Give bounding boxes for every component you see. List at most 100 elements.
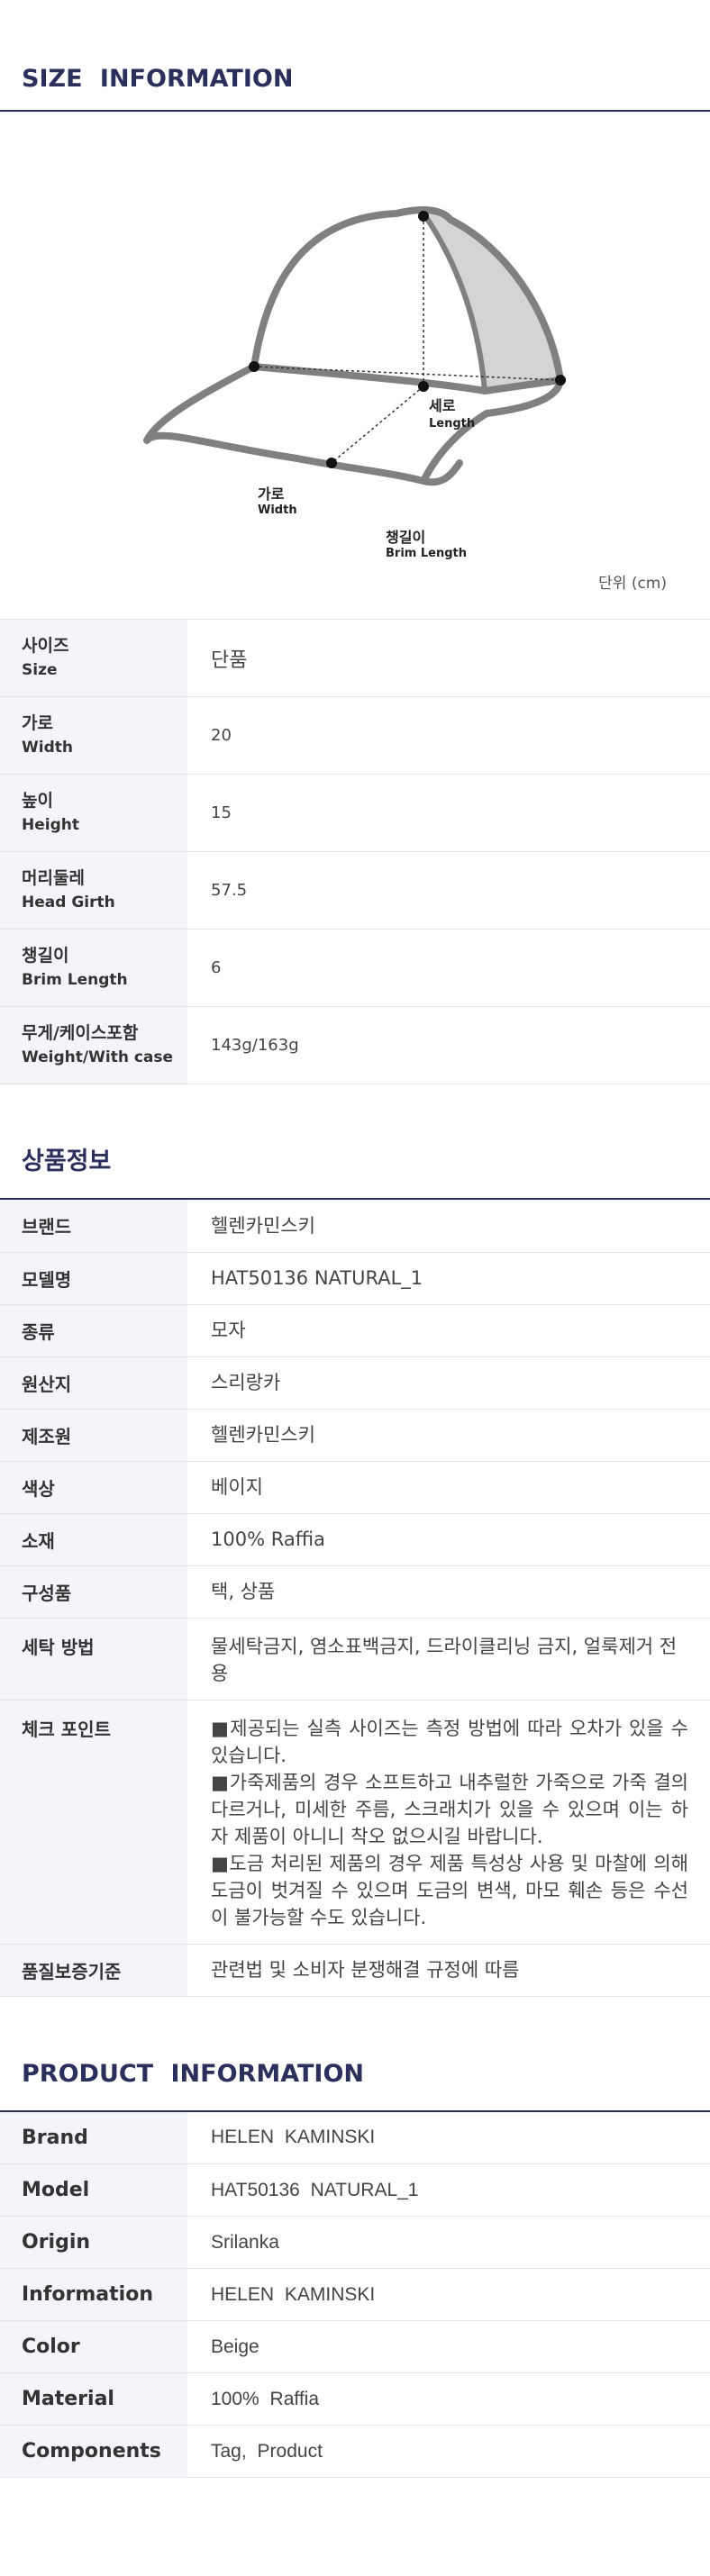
washing-value: 물세탁금지, 염소표백금지, 드라이클리닝 금지, 얼룩제거 전용 bbox=[187, 1618, 710, 1701]
check-point-note-2: ■가죽제품의 경우 소프트하고 내추럴한 가죽으로 가죽 결의 다르거나, 미세… bbox=[211, 1771, 688, 1847]
brim-length-label-ko: 챙길이 bbox=[22, 945, 69, 966]
product-row-color: Color Beige bbox=[0, 2320, 710, 2373]
weight-label-ko: 무게/케이스포함 bbox=[22, 1022, 139, 1043]
size-row-size: 사이즈 Size 단품 bbox=[0, 619, 710, 697]
product-row-brand: Brand HELEN KAMINSKI bbox=[0, 2111, 710, 2164]
size-label-en: Size bbox=[22, 660, 58, 679]
product-information-label: Information bbox=[0, 2268, 187, 2321]
brim-length-label-en: Brim Length bbox=[22, 970, 128, 989]
size-information-title: SIZE INFORMATION bbox=[0, 0, 710, 112]
product-material-value: 100% Raffia bbox=[187, 2372, 710, 2426]
goods-row-quality-guarantee: 품질보증기준 관련법 및 소비자 분쟁해결 규정에 따름 bbox=[0, 1944, 710, 1997]
product-brand-value: HELEN KAMINSKI bbox=[187, 2111, 710, 2164]
height-label-en: Length bbox=[429, 417, 475, 431]
measure-point-brim bbox=[326, 458, 337, 468]
size-information-section: SIZE INFORMATION 세로 Length 가로 Width 챙길이 … bbox=[0, 0, 710, 1084]
check-points-value: ■제공되는 실측 사이즈는 측정 방법에 따라 오차가 있을 수 있습니다. ■… bbox=[187, 1700, 710, 1945]
goods-row-type: 종류 모자 bbox=[0, 1304, 710, 1357]
product-row-model: Model HAT50136 NATURAL_1 bbox=[0, 2163, 710, 2217]
product-brand-label: Brand bbox=[0, 2111, 187, 2164]
measure-point-right bbox=[555, 375, 566, 385]
quality-guarantee-label: 품질보증기준 bbox=[0, 1944, 187, 1997]
size-table: 사이즈 Size 단품 가로 Width 20 높이 Height 15 머리둘레 He… bbox=[0, 619, 710, 1084]
size-row-brim-length: 챙길이 Brim Length 6 bbox=[0, 929, 710, 1007]
check-point-note-1: ■제공되는 실측 사이즈는 측정 방법에 따라 오차가 있을 수 있습니다. bbox=[211, 1717, 688, 1766]
product-origin-value: Srilanka bbox=[187, 2216, 710, 2269]
product-components-label: Components bbox=[0, 2425, 187, 2478]
weight-label-en: Weight/With case bbox=[22, 1048, 174, 1066]
goods-row-check-points: 체크 포인트 ■제공되는 실측 사이즈는 측정 방법에 따라 오차가 있을 수 … bbox=[0, 1700, 710, 1945]
weight-value: 143g/163g bbox=[187, 1006, 710, 1084]
head-girth-label-ko: 머리둘레 bbox=[22, 867, 85, 888]
cap-size-diagram: 세로 Length 가로 Width 챙길이 Brim Length 단위 (c… bbox=[0, 112, 710, 619]
size-row-head-girth: 머리둘레 Head Girth 57.5 bbox=[0, 851, 710, 930]
size-row-weight: 무게/케이스포함 Weight/With case 143g/163g bbox=[0, 1006, 710, 1084]
washing-label: 세탁 방법 bbox=[0, 1618, 187, 1701]
product-info-table: Brand HELEN KAMINSKI Model HAT50136 NATU… bbox=[0, 2111, 710, 2478]
brim-label-ko: 챙길이 bbox=[386, 529, 425, 546]
width-value: 20 bbox=[187, 696, 710, 775]
brand-value: 헬렌카민스키 bbox=[187, 1200, 710, 1253]
goods-information-title: 상품정보 bbox=[0, 1084, 710, 1200]
cap-band-outline bbox=[253, 363, 564, 483]
cap-back-panel bbox=[423, 213, 560, 391]
check-point-note-3: ■도금 처리된 제품의 경우 제품 특성상 사용 및 마찰에 의해 도금이 벗겨… bbox=[211, 1852, 688, 1928]
goods-row-model: 모델명 HAT50136 NATURAL_1 bbox=[0, 1252, 710, 1305]
size-value: 단품 bbox=[187, 619, 710, 697]
product-components-value: Tag, Product bbox=[187, 2425, 710, 2478]
goods-row-washing: 세탁 방법 물세탁금지, 염소표백금지, 드라이클리닝 금지, 얼룩제거 전용 bbox=[0, 1618, 710, 1701]
model-label: 모델명 bbox=[0, 1252, 187, 1305]
color-label: 색상 bbox=[0, 1461, 187, 1514]
type-label: 종류 bbox=[0, 1304, 187, 1357]
width-label-ko: 가로 bbox=[22, 712, 53, 733]
unit-note: 단위 (cm) bbox=[598, 575, 667, 593]
head-girth-label-en: Head Girth bbox=[22, 893, 115, 912]
height-label-ko: 세로 bbox=[429, 397, 456, 414]
quality-guarantee-value: 관련법 및 소비자 분쟁해결 규정에 따름 bbox=[187, 1944, 710, 1997]
product-row-origin: Origin Srilanka bbox=[0, 2216, 710, 2269]
size-row-height: 높이 Height 15 bbox=[0, 774, 710, 852]
components-value: 택, 상품 bbox=[187, 1565, 710, 1619]
origin-label: 원산지 bbox=[0, 1356, 187, 1410]
product-information-value: HELEN KAMINSKI bbox=[187, 2268, 710, 2321]
product-information-section: PRODUCT INFORMATION Brand HELEN KAMINSKI… bbox=[0, 1997, 710, 2478]
product-information-title: PRODUCT INFORMATION bbox=[0, 1997, 710, 2112]
color-value: 베이지 bbox=[187, 1461, 710, 1514]
height-label-en: Height bbox=[22, 815, 79, 834]
goods-row-color: 색상 베이지 bbox=[0, 1461, 710, 1514]
brim-length-value: 6 bbox=[187, 929, 710, 1007]
goods-row-components: 구성품 택, 상품 bbox=[0, 1565, 710, 1619]
product-color-value: Beige bbox=[187, 2320, 710, 2373]
goods-info-table: 브랜드 헬렌카민스키 모델명 HAT50136 NATURAL_1 종류 모자 … bbox=[0, 1200, 710, 1997]
model-value: HAT50136 NATURAL_1 bbox=[187, 1252, 710, 1305]
product-model-value: HAT50136 NATURAL_1 bbox=[187, 2163, 710, 2217]
manufacturer-label: 제조원 bbox=[0, 1409, 187, 1462]
brim-label-en: Brim Length bbox=[386, 547, 467, 560]
height-value: 15 bbox=[187, 774, 710, 852]
product-row-material: Material 100% Raffia bbox=[0, 2372, 710, 2426]
product-color-label: Color bbox=[0, 2320, 187, 2373]
measure-point-center bbox=[418, 381, 429, 392]
brand-label: 브랜드 bbox=[0, 1200, 187, 1253]
goods-row-material: 소재 100% Raffia bbox=[0, 1513, 710, 1566]
product-model-label: Model bbox=[0, 2163, 187, 2217]
material-value: 100% Raffia bbox=[187, 1513, 710, 1566]
check-points-label: 체크 포인트 bbox=[0, 1700, 187, 1945]
brim-guide-line bbox=[331, 385, 424, 464]
product-material-label: Material bbox=[0, 2372, 187, 2426]
goods-row-origin: 원산지 스리랑카 bbox=[0, 1356, 710, 1410]
product-origin-label: Origin bbox=[0, 2216, 187, 2269]
size-label-ko: 사이즈 bbox=[22, 635, 69, 656]
product-row-components: Components Tag, Product bbox=[0, 2425, 710, 2478]
product-row-information: Information HELEN KAMINSKI bbox=[0, 2268, 710, 2321]
measure-point-left bbox=[249, 361, 259, 372]
head-girth-value: 57.5 bbox=[187, 851, 710, 930]
height-label-ko: 높이 bbox=[22, 790, 53, 811]
components-label: 구성품 bbox=[0, 1565, 187, 1619]
material-label: 소재 bbox=[0, 1513, 187, 1566]
cap-illustration: 세로 Length 가로 Width 챙길이 Brim Length bbox=[143, 206, 566, 560]
goods-row-brand: 브랜드 헬렌카민스키 bbox=[0, 1200, 710, 1253]
goods-row-manufacturer: 제조원 헬렌카민스키 bbox=[0, 1409, 710, 1462]
width-label-en: Width bbox=[22, 738, 73, 757]
width-label-ko: 가로 bbox=[258, 485, 285, 503]
